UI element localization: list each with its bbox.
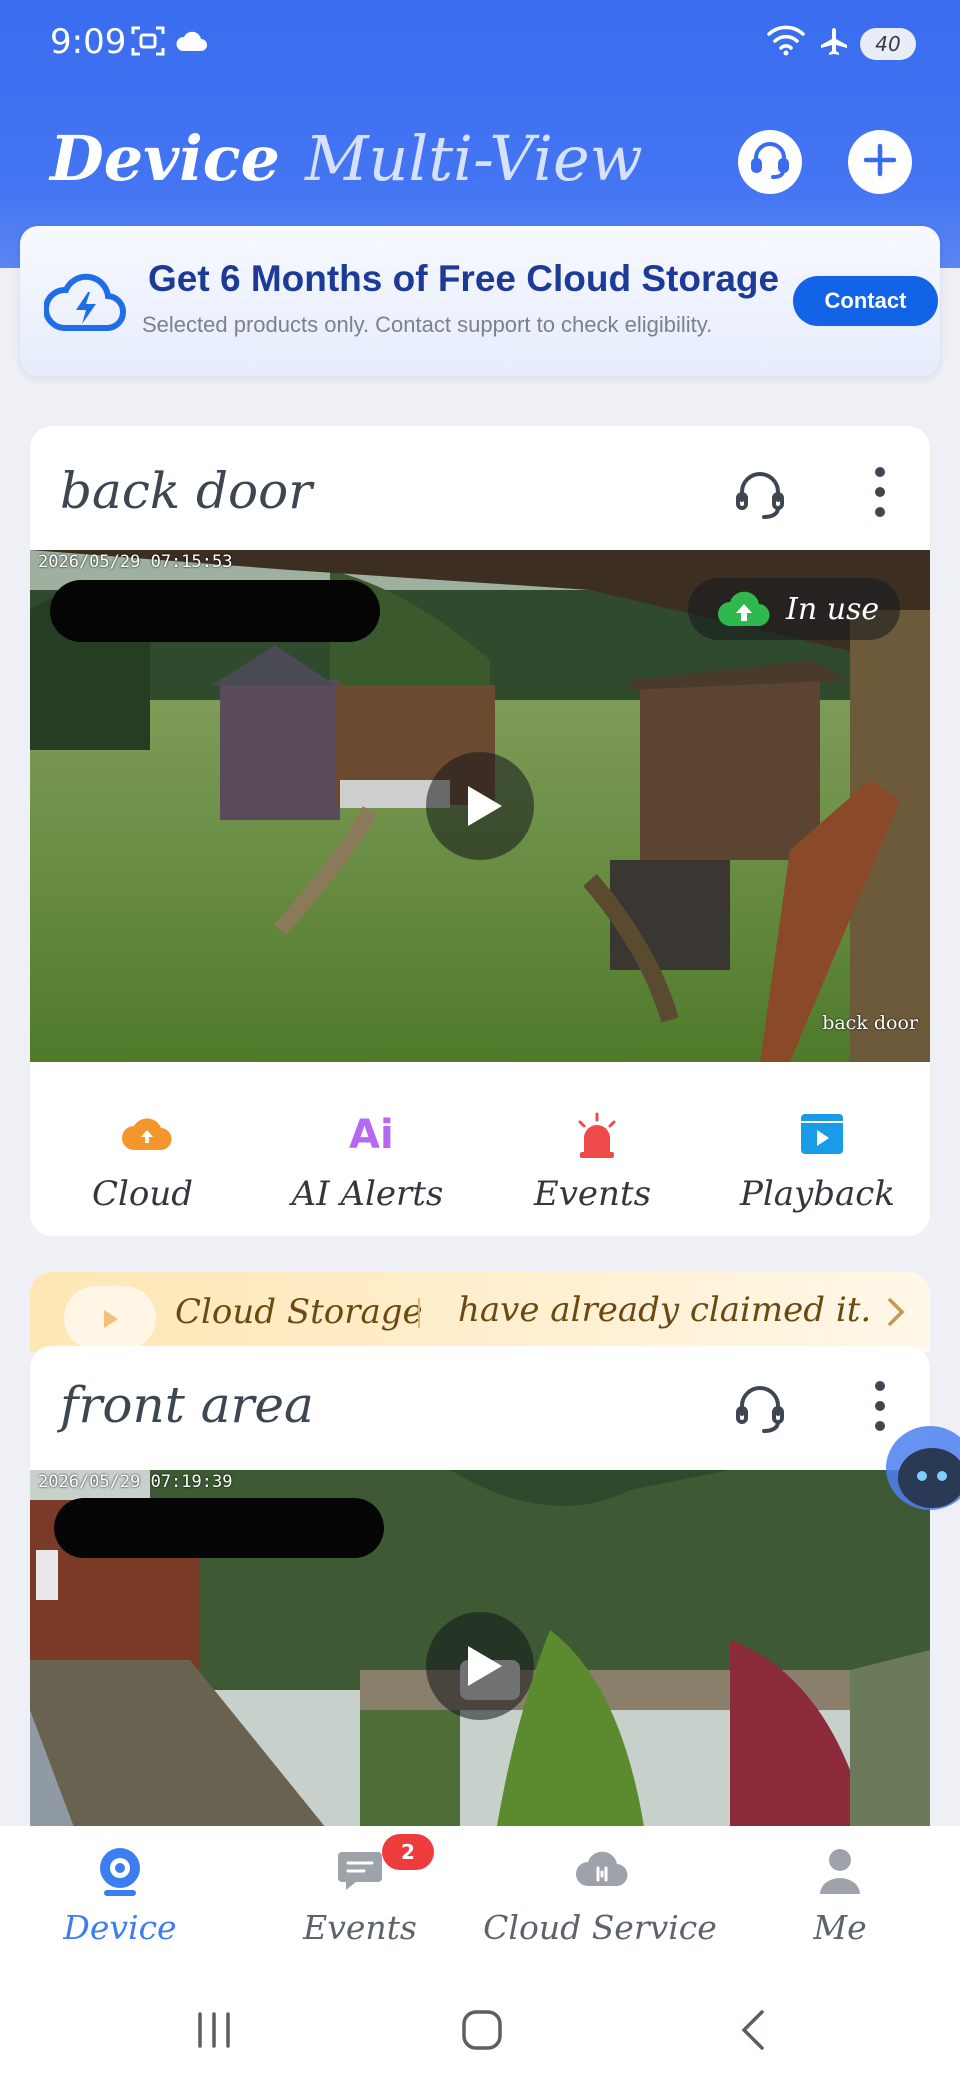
device-name: front area bbox=[60, 1376, 314, 1434]
more-options-button[interactable] bbox=[865, 462, 895, 522]
home-icon[interactable] bbox=[460, 2008, 504, 2056]
play-button[interactable] bbox=[426, 752, 534, 860]
nav-label: Device bbox=[63, 1908, 177, 1947]
in-use-label: In use bbox=[786, 592, 880, 627]
battery-icon: 40 bbox=[860, 28, 916, 60]
add-device-button[interactable] bbox=[848, 130, 912, 194]
ai-icon: Ai bbox=[347, 1110, 397, 1158]
plus-icon bbox=[861, 141, 899, 183]
notification-badge: 2 bbox=[382, 1834, 434, 1870]
feed-timestamp: 2026/05/29 07:19:39 bbox=[38, 1472, 233, 1492]
strip-title: Cloud Storage bbox=[175, 1292, 423, 1332]
status-bar: 9:09 40 bbox=[0, 0, 960, 90]
action-label: Cloud bbox=[91, 1174, 194, 1214]
nav-me[interactable]: Me bbox=[720, 1826, 960, 1976]
tab-multi-view[interactable]: Multi-View bbox=[305, 122, 643, 195]
divider bbox=[418, 1298, 420, 1328]
svg-text:Ai: Ai bbox=[349, 1112, 394, 1154]
camera-feed[interactable]: 2026/05/29 07:15:53 In use back door bbox=[30, 550, 930, 1062]
video-play-icon bbox=[797, 1110, 847, 1162]
promo-subtitle: Selected products only. Contact support … bbox=[142, 312, 713, 337]
headset-icon bbox=[730, 472, 790, 528]
back-icon[interactable] bbox=[738, 2008, 768, 2056]
in-use-badge: In use bbox=[688, 578, 900, 640]
device-card: back door 2026/05/29 07:15:53 In use bac… bbox=[30, 426, 930, 1236]
cloud-play-icon bbox=[64, 1286, 156, 1350]
system-navigation-bar bbox=[0, 1976, 960, 2081]
more-vertical-icon bbox=[865, 467, 895, 526]
cloud-lightning-icon bbox=[42, 270, 126, 338]
cloud-icon bbox=[174, 30, 208, 56]
camera-icon bbox=[96, 1846, 144, 1902]
feed-timestamp: 2026/05/29 07:15:53 bbox=[38, 552, 233, 572]
headset-icon bbox=[730, 1386, 790, 1442]
screenshot-icon bbox=[130, 24, 166, 62]
cloud-storage-strip[interactable]: Cloud Storage have already claimed it. bbox=[30, 1272, 930, 1352]
chevron-right-icon bbox=[886, 1296, 906, 1332]
redaction-mark bbox=[50, 580, 380, 642]
device-name: back door bbox=[60, 462, 313, 520]
message-icon bbox=[336, 1846, 384, 1898]
tab-device[interactable]: Device bbox=[50, 122, 280, 195]
contact-button[interactable]: Contact bbox=[793, 276, 938, 326]
camera-feed[interactable]: 2026/05/29 07:19:39 bbox=[30, 1470, 930, 1870]
events-action[interactable]: Events bbox=[480, 1062, 705, 1236]
ai-alerts-action[interactable]: Ai AI Alerts bbox=[255, 1062, 480, 1236]
support-button[interactable] bbox=[738, 130, 802, 194]
playback-action[interactable]: Playback bbox=[705, 1062, 930, 1236]
action-label: AI Alerts bbox=[291, 1174, 444, 1214]
strip-text: have already claimed it. bbox=[458, 1290, 872, 1330]
nav-events[interactable]: 2 Events bbox=[240, 1826, 480, 1976]
nav-device[interactable]: Device bbox=[0, 1826, 240, 1976]
device-actions: Cloud Ai AI Alerts Events Playback bbox=[30, 1062, 930, 1236]
status-time: 9:09 bbox=[50, 22, 127, 62]
play-icon bbox=[426, 786, 534, 864]
headset-icon bbox=[748, 138, 792, 186]
wifi-icon bbox=[766, 24, 806, 60]
redaction-mark bbox=[54, 1498, 384, 1558]
recent-apps-icon[interactable] bbox=[194, 2010, 234, 2054]
cloud-upload-icon bbox=[716, 590, 772, 632]
nav-label: Cloud Service bbox=[483, 1908, 717, 1947]
talk-button[interactable] bbox=[730, 464, 790, 524]
promo-banner[interactable]: Get 6 Months of Free Cloud Storage Selec… bbox=[20, 226, 940, 376]
feed-camera-label: back door bbox=[822, 1012, 918, 1034]
nav-cloud-service[interactable]: Cloud Service bbox=[480, 1826, 720, 1976]
cloud-upload-icon bbox=[122, 1110, 172, 1158]
nav-label: Me bbox=[813, 1908, 867, 1947]
bottom-navigation: Device 2 Events Cloud Service Me bbox=[0, 1826, 960, 1976]
play-icon bbox=[426, 1646, 534, 1724]
promo-title: Get 6 Months of Free Cloud Storage bbox=[148, 258, 780, 299]
play-button[interactable] bbox=[426, 1612, 534, 1720]
person-icon bbox=[816, 1846, 864, 1900]
cloud-service-icon bbox=[576, 1846, 628, 1894]
siren-icon bbox=[572, 1110, 622, 1164]
action-label: Playback bbox=[740, 1174, 895, 1214]
assistant-bot-button[interactable] bbox=[880, 1418, 960, 1538]
nav-label: Events bbox=[303, 1908, 417, 1947]
talk-button[interactable] bbox=[730, 1378, 790, 1438]
action-label: Events bbox=[533, 1174, 652, 1214]
cloud-action[interactable]: Cloud bbox=[30, 1062, 255, 1236]
airplane-icon bbox=[818, 26, 850, 62]
